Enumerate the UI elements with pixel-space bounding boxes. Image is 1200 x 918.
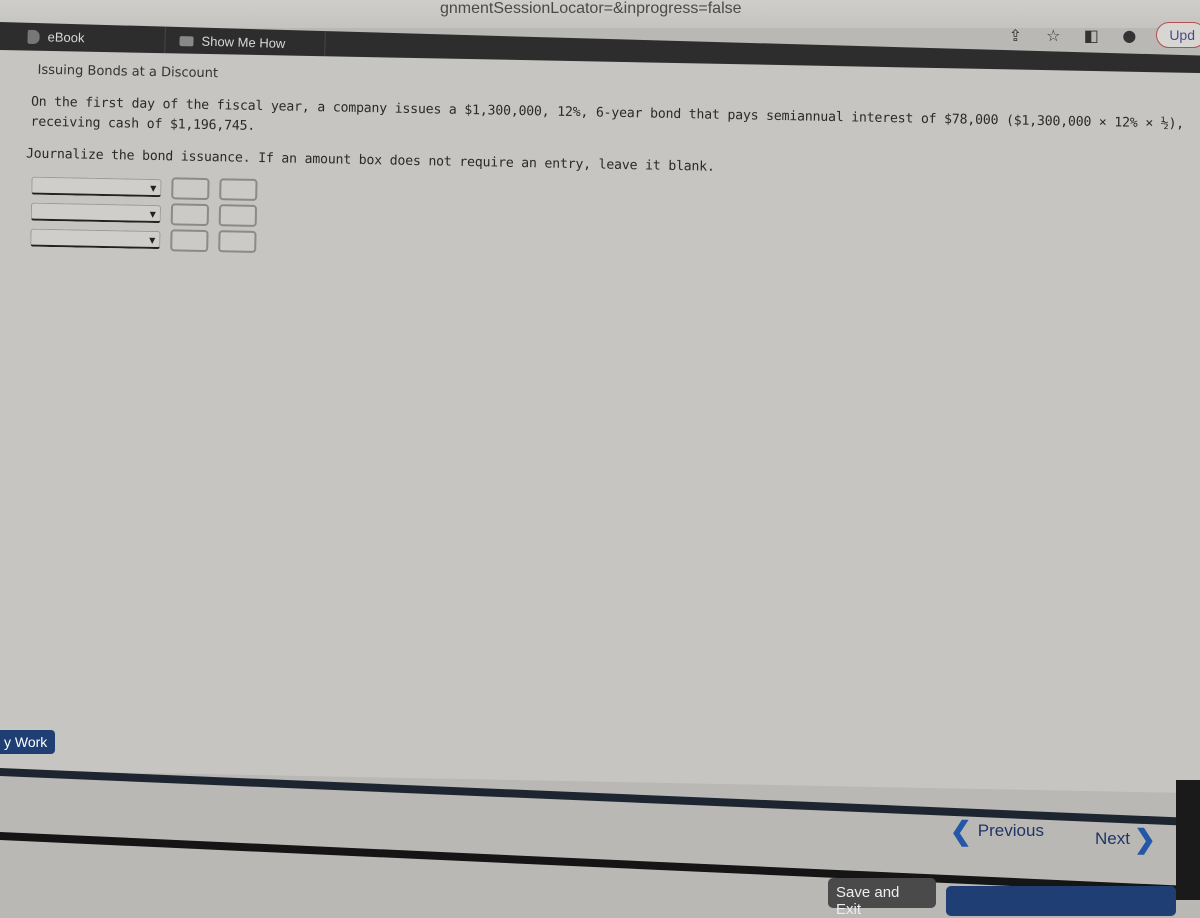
sidebar-icon[interactable]: ◧: [1080, 24, 1102, 46]
show-me-how-button[interactable]: Show Me How: [179, 33, 286, 51]
book-icon: [27, 29, 40, 44]
previous-button[interactable]: ❮ Previous: [950, 818, 1044, 844]
right-frame-edge: [1176, 780, 1200, 900]
journal-row: ▼: [30, 225, 257, 255]
address-bar-url[interactable]: gnmentSessionLocator=&inprogress=false: [440, 0, 742, 18]
my-work-button[interactable]: y Work: [0, 730, 56, 754]
ebook-button[interactable]: eBook: [27, 29, 85, 46]
submit-button[interactable]: [946, 886, 1176, 916]
journal-entry-table: ▼ ▼ ▼: [30, 173, 258, 255]
problem-title: Issuing Bonds at a Discount: [37, 62, 219, 82]
next-button[interactable]: Next ❯: [1095, 826, 1156, 852]
video-icon: [179, 35, 194, 46]
dropdown-caret-icon: ▼: [149, 235, 156, 246]
credit-input[interactable]: [219, 178, 258, 201]
profile-icon[interactable]: ●: [1118, 24, 1140, 46]
update-button[interactable]: Upd: [1156, 22, 1200, 48]
ebook-label: eBook: [47, 29, 85, 46]
problem-content: Issuing Bonds at a Discount On the first…: [0, 50, 1200, 794]
chevron-right-icon: ❯: [1133, 824, 1156, 854]
credit-input[interactable]: [218, 204, 258, 227]
save-and-exit-button[interactable]: Save and Exit: [828, 878, 936, 918]
browser-actions: ⇪ ☆ ◧ ● Upd: [1004, 18, 1200, 52]
debit-input[interactable]: [170, 203, 210, 227]
debit-input[interactable]: [171, 177, 210, 201]
account-select[interactable]: ▼: [31, 176, 162, 198]
problem-instruction: Journalize the bond issuance. If an amou…: [25, 146, 715, 175]
chevron-left-icon: ❮: [950, 816, 972, 846]
problem-description: On the first day of the fiscal year, a c…: [30, 94, 1185, 134]
next-label: Next: [1095, 829, 1130, 848]
star-icon[interactable]: ☆: [1042, 24, 1064, 46]
account-select[interactable]: ▼: [30, 228, 161, 250]
previous-label: Previous: [977, 821, 1044, 840]
dropdown-caret-icon: ▼: [150, 183, 157, 194]
credit-input[interactable]: [218, 230, 257, 253]
dropdown-caret-icon: ▼: [149, 209, 156, 220]
account-select[interactable]: ▼: [30, 202, 162, 224]
share-icon[interactable]: ⇪: [1004, 24, 1026, 46]
show-me-how-label: Show Me How: [201, 33, 286, 51]
debit-input[interactable]: [170, 229, 209, 253]
